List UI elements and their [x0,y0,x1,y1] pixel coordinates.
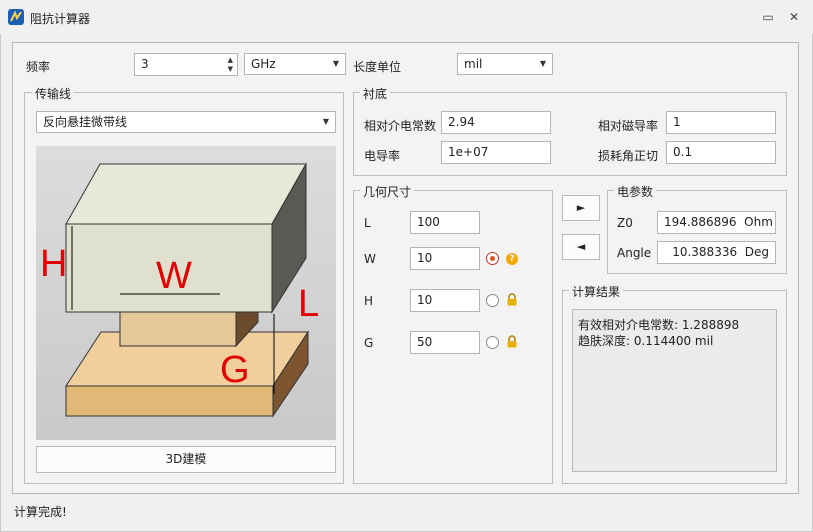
geometry-h-input[interactable]: 10 [410,289,480,312]
geometry-title: 几何尺寸 [360,183,415,200]
line-type-select[interactable]: 反向悬挂微带线 ▼ [36,111,336,133]
geometry-w-radio[interactable] [486,252,499,265]
diagram-l-label: L [298,283,319,325]
loss-tangent-label: 损耗角正切 [598,149,659,163]
geometry-w-input[interactable]: 10 [410,247,480,270]
angle-field[interactable]: 10.388336 Deg [657,241,776,264]
permeability-label: 相对磁导率 [598,119,659,133]
geometry-w-label: W [364,252,376,266]
frequency-input[interactable]: 3 ▲ ▼ [134,53,238,76]
z0-value: 194.886896 [664,215,737,229]
geometry-l-input[interactable]: 100 [410,211,480,234]
permittivity-label: 相对介电常数 [364,119,437,133]
help-icon[interactable]: ? [506,253,518,265]
geometry-g-label: G [364,336,374,350]
geometry-h-label: H [364,294,374,308]
length-unit-value: mil [464,57,483,71]
geometry-l-label: L [364,216,371,230]
angle-label: Angle [617,246,652,260]
status-text: 计算完成! [14,505,67,519]
transmission-line-title: 传输线 [32,85,75,102]
line-diagram: H W L G [36,146,336,440]
permittivity-input[interactable]: 2.94 [441,111,551,134]
spin-down-icon[interactable]: ▼ [228,65,233,74]
chevron-down-icon: ▼ [539,59,546,68]
frequency-unit-select[interactable]: GHz ▼ [244,53,346,75]
geometry-g-input[interactable]: 50 [410,331,480,354]
frequency-unit-value: GHz [251,57,276,71]
z0-label: Z0 [617,216,633,230]
permeability-input[interactable]: 1 [666,111,776,134]
result-line: 趋肤深度: 0.114400 mil [578,334,714,348]
chevron-down-icon: ▼ [322,117,329,126]
loss-tangent-input[interactable]: 0.1 [666,141,776,164]
frequency-value: 3 [141,57,149,71]
analyze-backward-button[interactable]: ◄ [562,234,600,260]
diagram-w-label: W [156,255,192,297]
z0-field[interactable]: 194.886896 Ohm [657,211,776,234]
angle-value: 10.388336 [672,245,738,259]
3d-model-button[interactable]: 3D建模 [36,446,336,473]
electrical-title: 电参数 [614,183,657,200]
angle-unit: Deg [744,245,769,259]
app-icon [8,9,24,25]
chevron-down-icon: ▼ [332,59,339,68]
conductivity-input[interactable]: 1e+07 [441,141,551,164]
diagram-h-label: H [40,243,67,285]
geometry-g-radio[interactable] [486,336,499,349]
window-title: 阻抗计算器 [30,12,91,26]
line-type-value: 反向悬挂微带线 [43,115,128,129]
close-icon[interactable]: ✕ [786,9,802,25]
synthesize-forward-button[interactable]: ► [562,195,600,221]
length-unit-label: 长度单位 [353,60,402,74]
substrate-title: 衬底 [360,85,391,102]
result-line: 有效相对介电常数: 1.288898 [578,318,740,332]
results-title: 计算结果 [569,283,624,300]
frequency-label: 频率 [26,60,51,74]
length-unit-select[interactable]: mil ▼ [457,53,553,75]
restore-icon[interactable]: ▭ [760,9,776,25]
geometry-h-radio[interactable] [486,294,499,307]
diagram-g-label: G [220,349,250,391]
spin-up-icon[interactable]: ▲ [228,56,233,65]
lock-icon [506,335,518,348]
results-box: 有效相对介电常数: 1.288898 趋肤深度: 0.114400 mil [572,309,777,472]
title-bar [0,0,813,34]
z0-unit: Ohm [744,215,773,229]
conductivity-label: 电导率 [364,149,401,163]
lock-icon [506,293,518,306]
